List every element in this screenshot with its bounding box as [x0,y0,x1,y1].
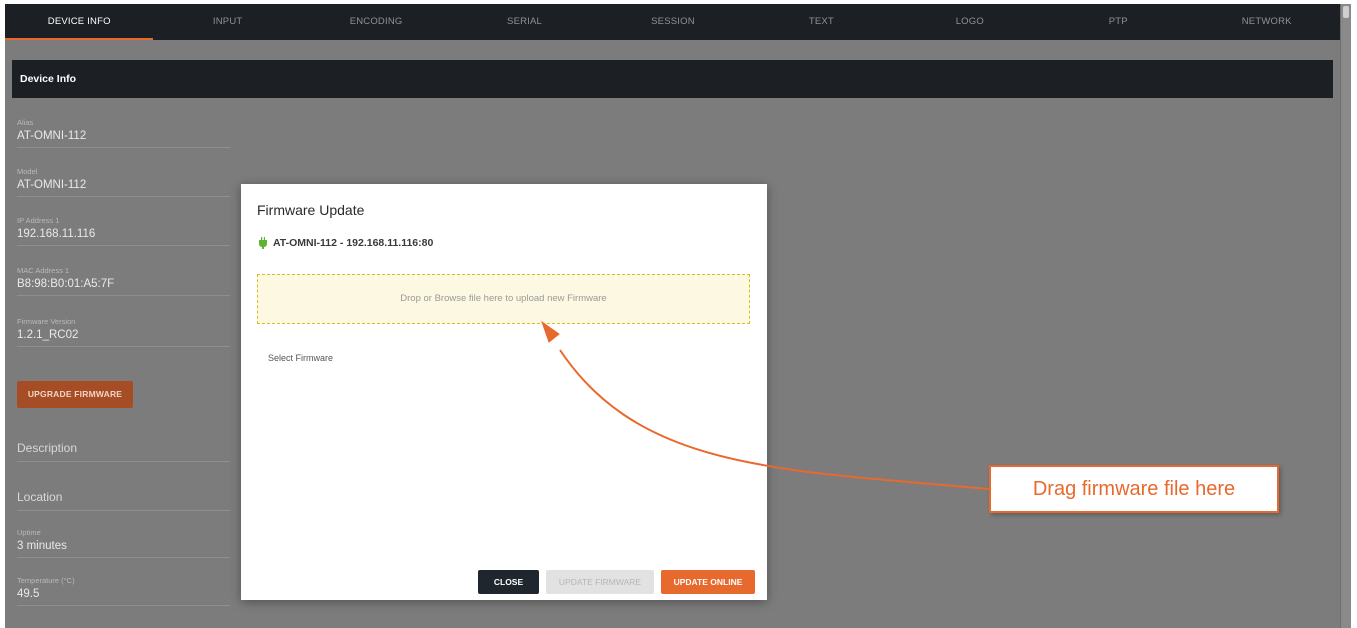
drag-callout: Drag firmware file here [989,465,1279,513]
callout-arrow-icon [541,320,990,490]
